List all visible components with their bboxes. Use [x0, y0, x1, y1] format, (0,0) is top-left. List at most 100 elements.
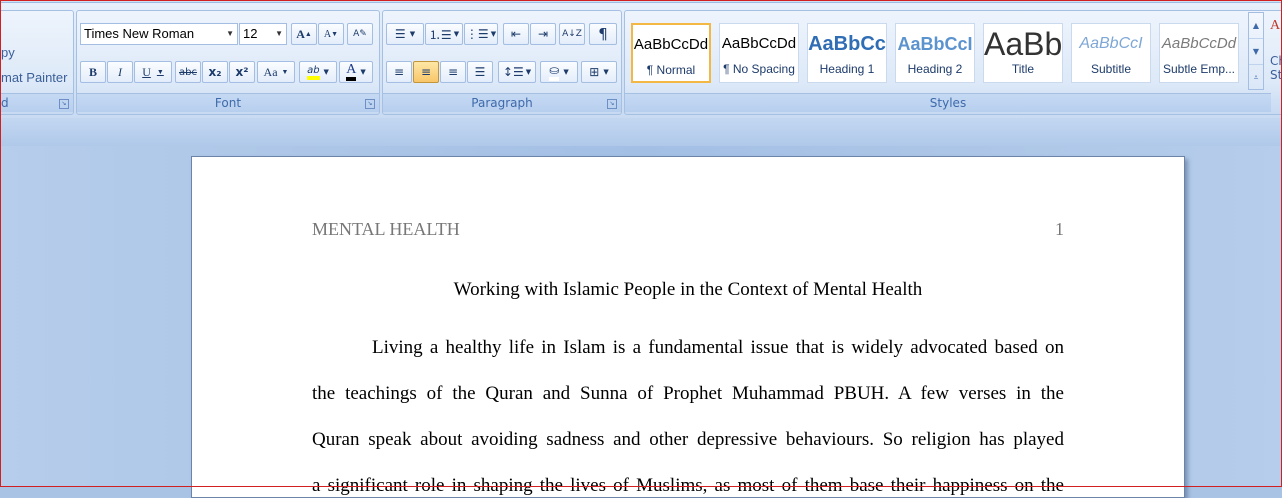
shrink-font-button[interactable]: A ▼ — [318, 23, 344, 45]
strikethrough-button[interactable]: abc — [175, 61, 201, 83]
bullets-button[interactable]: ☰ ▼ — [386, 23, 424, 45]
font-size-value: 12 — [243, 26, 258, 41]
superscript-icon: x² — [235, 65, 249, 79]
change-styles-label-2: St — [1270, 68, 1282, 82]
justify-button[interactable]: ☰ — [467, 61, 493, 83]
style-heading-1[interactable]: AaBbCc Heading 1 — [807, 23, 887, 83]
clear-formatting-button[interactable]: A✎ — [347, 23, 373, 45]
copy-button[interactable]: py — [1, 45, 15, 60]
chevron-up-icon[interactable]: ▲ — [1249, 13, 1263, 39]
document-title: Working with Islamic People in the Conte… — [453, 279, 923, 300]
style-name: ¶ No Spacing — [723, 62, 795, 76]
style-sample: AaBbCcDd — [721, 35, 797, 52]
pilcrow-icon: ¶ — [598, 25, 608, 43]
style-name: ¶ Normal — [646, 63, 696, 77]
justify-icon: ☰ — [474, 65, 486, 79]
paragraph-line: the teachings of the Quran and Sunna of … — [312, 383, 1064, 404]
gallery-more-icon[interactable]: ⩡ — [1249, 65, 1263, 90]
numbering-button[interactable]: ⒈☰ ▼ — [425, 23, 463, 45]
paragraph-dialog-launcher-icon[interactable]: ↘ — [607, 99, 617, 109]
shrink-font-icon: A — [323, 28, 332, 40]
line-spacing-icon: ↕☰ — [502, 65, 524, 79]
show-hide-button[interactable]: ¶ — [589, 23, 617, 45]
numbered-list-icon: ⒈☰ — [428, 27, 452, 42]
font-group-label: Font — [77, 93, 379, 112]
increase-indent-button[interactable]: ⇥ — [530, 23, 556, 45]
borders-icon: ⊞ — [589, 65, 600, 79]
underline-button[interactable]: U ▼ — [134, 61, 172, 83]
styles-group: AaBbCcDd ¶ Normal AaBbCcDd ¶ No Spacing … — [624, 10, 1282, 115]
sort-button[interactable]: A↓Z — [559, 23, 585, 45]
style-subtitle[interactable]: AaBbCcI Subtitle — [1071, 23, 1151, 83]
style-sample: AaBb — [984, 26, 1063, 62]
style-normal[interactable]: AaBbCcDd ¶ Normal — [631, 23, 711, 83]
increase-indent-icon: ⇥ — [537, 27, 549, 41]
styles-label-text: Styles — [929, 96, 967, 110]
font-label-text: Font — [214, 96, 242, 110]
style-name: Heading 1 — [819, 62, 875, 76]
change-case-button[interactable]: Aa ▼ — [257, 61, 295, 83]
font-group: Times New Roman ▼ 12 ▼ A ▲ A ▼ A✎ B I U ▼ a… — [76, 10, 380, 115]
align-center-button[interactable]: ≡ — [413, 61, 439, 83]
multilevel-list-button[interactable]: ⋮☰ ▼ — [464, 23, 498, 45]
change-styles-icon: A — [1270, 18, 1281, 33]
bullet-list-icon: ☰ — [394, 27, 406, 41]
page-number: 1 — [1055, 219, 1064, 239]
format-painter-button[interactable]: mat Painter — [1, 70, 67, 85]
chevron-down-icon[interactable]: ▼ — [226, 24, 234, 44]
style-heading-2[interactable]: AaBbCcI Heading 2 — [895, 23, 975, 83]
sort-az-icon: A↓Z — [562, 29, 582, 39]
align-left-icon: ≡ — [393, 65, 405, 79]
style-sample: AaBbCc — [808, 33, 886, 55]
superscript-button[interactable]: x² — [229, 61, 255, 83]
paragraph-label-text: Paragraph — [471, 96, 533, 110]
change-case-icon: Aa — [263, 64, 278, 79]
change-styles-button[interactable]: A Ch St — [1266, 18, 1282, 98]
highlight-button[interactable]: ab ▼ — [299, 61, 337, 83]
underline-icon: U — [142, 64, 151, 79]
document-page[interactable]: MENTAL HEALTH 1 Working with Islamic Peo… — [191, 156, 1185, 498]
chevron-down-icon[interactable]: ▼ — [275, 24, 283, 44]
align-right-button[interactable]: ≡ — [440, 61, 466, 83]
paragraph-group: ☰ ▼ ⒈☰ ▼ ⋮☰ ▼ ⇤ ⇥ A↓Z ¶ ≡ ≡ ≡ ☰ ↕☰ ▼ ⛀ ▼ ⊞ ▼ P… — [382, 10, 622, 115]
font-family-combo[interactable]: Times New Roman ▼ — [80, 23, 238, 45]
line-spacing-button[interactable]: ↕☰ ▼ — [498, 61, 536, 83]
clipboard-label-text: d — [1, 96, 9, 110]
ribbon: py mat Painter d ↘ Times New Roman ▼ 12 … — [0, 0, 1282, 119]
style-name: Title — [1011, 62, 1035, 76]
clipboard-dialog-launcher-icon[interactable]: ↘ — [59, 99, 69, 109]
shading-button[interactable]: ⛀ ▼ — [540, 61, 578, 83]
italic-button[interactable]: I — [107, 61, 133, 83]
align-right-icon: ≡ — [447, 65, 459, 79]
paragraph-line: Quran speak about avoiding sadness and o… — [312, 429, 1064, 450]
style-name: Subtitle — [1090, 62, 1132, 76]
align-left-button[interactable]: ≡ — [386, 61, 412, 83]
align-center-icon: ≡ — [420, 65, 432, 79]
multilevel-list-icon: ⋮☰ — [465, 27, 489, 41]
style-subtle-emphasis[interactable]: AaBbCcDd Subtle Emp... — [1159, 23, 1239, 83]
paint-bucket-icon: ⛀ — [549, 63, 560, 81]
style-no-spacing[interactable]: AaBbCcDd ¶ No Spacing — [719, 23, 799, 83]
bold-button[interactable]: B — [80, 61, 106, 83]
ruler-bar — [0, 118, 1282, 147]
grow-font-icon: A — [296, 26, 305, 41]
decrease-indent-button[interactable]: ⇤ — [503, 23, 529, 45]
grow-font-button[interactable]: A ▲ — [291, 23, 317, 45]
chevron-down-icon[interactable]: ▼ — [1249, 39, 1263, 65]
style-title[interactable]: AaBb Title — [983, 23, 1063, 83]
paragraph-line: Living a healthy life in Islam is a fund… — [372, 337, 1064, 358]
ribbon-tab-strip — [0, 0, 1282, 3]
styles-gallery-scroll[interactable]: ▲ ▼ ⩡ — [1248, 12, 1264, 90]
borders-button[interactable]: ⊞ ▼ — [581, 61, 617, 83]
subscript-icon: x₂ — [208, 65, 222, 79]
running-head: MENTAL HEALTH — [312, 219, 460, 239]
bold-icon: B — [88, 64, 97, 79]
font-size-combo[interactable]: 12 ▼ — [239, 23, 287, 45]
strikethrough-icon: abc — [179, 66, 197, 78]
font-dialog-launcher-icon[interactable]: ↘ — [365, 99, 375, 109]
font-color-button[interactable]: A ▼ — [339, 61, 373, 83]
style-sample: AaBbCcI — [1079, 35, 1143, 52]
decrease-indent-icon: ⇤ — [510, 27, 522, 41]
styles-group-label: Styles — [625, 93, 1271, 112]
subscript-button[interactable]: x₂ — [202, 61, 228, 83]
